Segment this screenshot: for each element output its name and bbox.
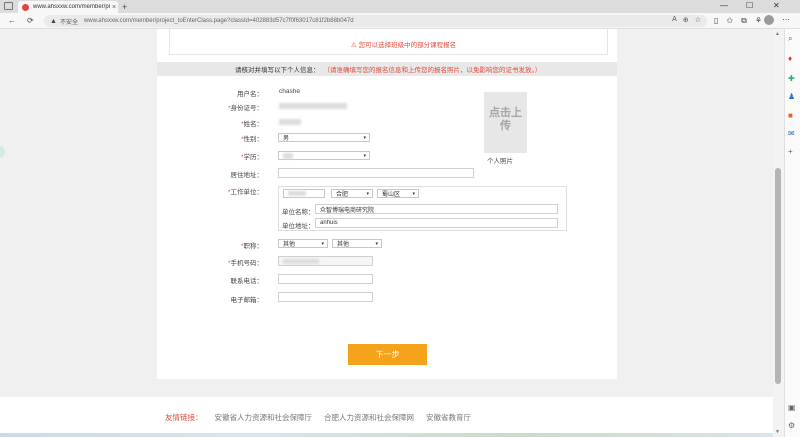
browser-window: www.ahsxxw.com/member/proj × + — ☐ ✕ ← ⟳…	[0, 0, 800, 437]
tab-close-icon[interactable]: ×	[110, 4, 118, 11]
back-button[interactable]: ←	[8, 16, 16, 25]
address-toolbar: ← ⟳ ▲ 不安全 www.ahsxxw.com/member/project_…	[0, 13, 800, 29]
tab-title: www.ahsxxw.com/member/proj	[33, 4, 110, 10]
email-input[interactable]	[278, 292, 373, 302]
page-scrollbar[interactable]: ▲ ▼	[773, 29, 784, 437]
more-menu-button[interactable]: ⋯	[782, 15, 790, 24]
link-ahedu[interactable]: 安徽省教育厅	[426, 412, 471, 423]
banner-title: 请核对并填写以下个人信息：	[235, 67, 320, 74]
unit-address-input[interactable]: anhuis	[315, 218, 558, 228]
gender-label: *性别：	[240, 136, 263, 143]
profile-avatar[interactable]	[764, 15, 774, 25]
job-title-select[interactable]: 其他 ▾	[278, 239, 328, 248]
name-label: *姓名：	[240, 121, 263, 128]
course-notice-box: ⚠ 您可以选择班级中的部分课程报名	[169, 29, 608, 55]
link-hfhrss[interactable]: 合肥人力资源和社会保障网	[324, 412, 414, 423]
games-icon[interactable]: ♟	[788, 92, 795, 101]
page-content: ⚠ 您可以选择班级中的部分课程报名 请核对并填写以下个人信息： （请准确填写您的…	[0, 29, 773, 437]
form-card: ⚠ 您可以选择班级中的部分课程报名 请核对并填写以下个人信息： （请准确填写您的…	[157, 29, 617, 379]
link-ahhrss[interactable]: 安徽省人力资源和社会保障厅	[215, 412, 313, 423]
mobile-label: *手机号码：	[227, 260, 263, 267]
add-sidebar-icon[interactable]: +	[788, 147, 793, 156]
info-banner: 请核对并填写以下个人信息： （请准确填写您的报名信息和上传您的报名照片，以免影响…	[157, 62, 617, 76]
zoom-icon[interactable]: ⊕	[683, 16, 689, 24]
job-title-level-select[interactable]: 其他 ▾	[332, 239, 382, 248]
sidebar-layout-icon[interactable]: ▣	[788, 403, 796, 412]
chevron-down-icon: ▾	[363, 153, 366, 159]
unit-address-label: 单位地址：	[282, 223, 315, 230]
tel-input[interactable]	[278, 274, 373, 284]
chevron-down-icon: ▾	[363, 135, 366, 141]
favorites-icon[interactable]: ✩	[726, 16, 733, 26]
minimize-button[interactable]: —	[720, 1, 728, 10]
edge-sidebar: ⌕ ♦ ✚ ♟ ■ ✉ + ▣ ⚙	[784, 29, 800, 437]
address-input[interactable]	[278, 168, 474, 178]
tools-icon[interactable]: ✚	[788, 74, 795, 83]
warning-triangle-icon: ▲	[50, 17, 57, 25]
name-value-blurred	[279, 119, 301, 125]
gender-select[interactable]: 男 ▾	[278, 133, 370, 142]
outlook-icon[interactable]: ✉	[788, 129, 795, 138]
chevron-down-icon: ▾	[366, 191, 369, 197]
job-title-label: *职称：	[240, 243, 263, 250]
favorite-star-icon[interactable]: ☆	[695, 16, 701, 24]
office-icon[interactable]: ■	[788, 111, 793, 120]
address-bar[interactable]: ▲ 不安全 www.ahsxxw.com/member/project_toEn…	[44, 15, 707, 27]
idcard-label: *身份证号：	[227, 105, 263, 112]
friend-links: 友情链接： 安徽省人力资源和社会保障厅 合肥人力资源和社会保障网 安徽省教育厅	[165, 412, 471, 423]
unit-name-input[interactable]: 众智博瑞电商研究院	[315, 204, 558, 214]
split-screen-icon[interactable]: ▯	[714, 16, 718, 26]
chevron-down-icon: ▾	[375, 241, 378, 247]
footer: 友情链接： 安徽省人力资源和社会保障厅 合肥人力资源和社会保障网 安徽省教育厅	[0, 397, 773, 437]
search-icon[interactable]: ⌕	[788, 34, 792, 44]
username-value: chashe	[279, 88, 300, 95]
collections-icon[interactable]: ⧉	[741, 16, 747, 26]
province-select[interactable]	[283, 189, 325, 198]
new-tab-button[interactable]: +	[122, 2, 127, 12]
scroll-down-arrow[interactable]: ▼	[775, 429, 780, 435]
chevron-down-icon: ▾	[412, 191, 415, 197]
extensions-icon[interactable]: ⚘	[755, 16, 762, 26]
chevron-down-icon: ▾	[321, 241, 324, 247]
next-button[interactable]: 下一步	[348, 344, 427, 365]
shopping-icon[interactable]: ♦	[788, 54, 792, 63]
course-notice-text: ⚠ 您可以选择班级中的部分课程报名	[351, 42, 457, 49]
username-label: 用户名：	[237, 91, 263, 98]
scroll-thumb[interactable]	[775, 168, 781, 384]
photo-upload[interactable]: 点击上传	[484, 92, 527, 153]
tel-label: 联系电话：	[230, 278, 264, 285]
city-select[interactable]: 合肥 ▾	[331, 189, 373, 198]
district-select[interactable]: 蜀山区 ▾	[377, 189, 419, 198]
read-aloud-icon[interactable]: A	[672, 16, 677, 24]
site-favicon-icon	[22, 3, 29, 11]
mobile-input[interactable]	[278, 256, 373, 266]
email-label: 电子邮箱：	[230, 297, 264, 304]
address-label: 居住地址：	[230, 172, 264, 179]
scroll-up-arrow[interactable]: ▲	[775, 31, 780, 37]
toolbar-icons: ▯ ✩ ⧉ ⚘	[714, 16, 762, 26]
unit-name-label: 单位名称：	[282, 209, 315, 216]
refresh-button[interactable]: ⟳	[27, 16, 34, 25]
address-bar-icons: A ⊕ ☆	[672, 16, 701, 24]
idcard-value-blurred	[279, 103, 347, 109]
banner-note: （请准确填写您的报名信息和上传您的报名照片，以免影响您的证书发放。）	[323, 67, 542, 74]
photo-caption: 个人照片	[487, 158, 513, 165]
tab-active[interactable]: www.ahsxxw.com/member/proj ×	[18, 1, 118, 13]
settings-gear-icon[interactable]: ⚙	[788, 421, 795, 430]
taskbar-strip	[0, 433, 773, 437]
close-window-button[interactable]: ✕	[773, 1, 780, 10]
insecure-label: 不安全	[59, 19, 78, 26]
tab-strip: www.ahsxxw.com/member/proj × + — ☐ ✕	[0, 0, 800, 13]
url-text: www.ahsxxw.com/member/project_toEnterCla…	[83, 18, 354, 24]
maximize-button[interactable]: ☐	[746, 1, 753, 10]
education-label: *学历：	[240, 154, 263, 161]
education-select[interactable]: ▾	[278, 151, 370, 160]
edge-tab-marker[interactable]	[0, 146, 5, 158]
window-menu-icon[interactable]	[4, 2, 13, 10]
friend-links-title: 友情链接：	[165, 413, 203, 422]
work-unit-label: *工作单位：	[227, 189, 263, 196]
